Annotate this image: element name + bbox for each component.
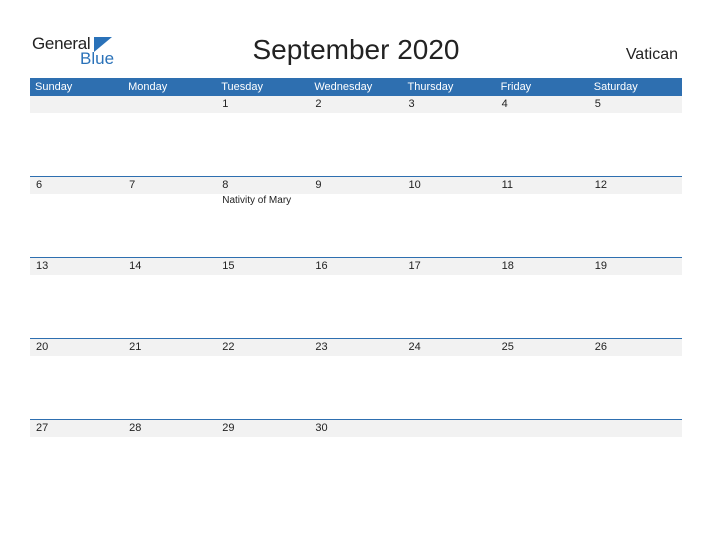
date-strip: 20 21 22 23 24 25 26 <box>30 339 682 356</box>
day-number: 5 <box>594 98 601 110</box>
day-number: 9 <box>315 179 322 191</box>
day-number: 14 <box>129 260 142 272</box>
day-number: 27 <box>36 422 49 434</box>
day-number: 16 <box>315 260 328 272</box>
week-row: 13 14 15 16 17 18 19 <box>30 257 682 275</box>
weekday-monday: Monday <box>128 81 168 93</box>
weekday-header: Sunday Monday Tuesday Wednesday Thursday… <box>30 78 682 96</box>
calendar-title: September 2020 <box>252 34 460 65</box>
week-row: 27 28 29 30 <box>30 419 682 437</box>
day-number: 19 <box>594 260 607 272</box>
holiday-label <box>123 194 216 208</box>
holiday-label: Nativity of Mary <box>222 195 292 206</box>
day-number: 8 <box>222 179 229 191</box>
country-label: Vatican <box>625 46 678 63</box>
week-row: 20 21 22 23 24 25 26 <box>30 338 682 356</box>
day-number: 7 <box>129 179 136 191</box>
day-number: 28 <box>129 422 142 434</box>
weekday-tuesday: Tuesday <box>221 81 264 93</box>
date-strip: 27 28 29 30 <box>30 420 682 437</box>
holiday-label <box>30 194 123 208</box>
week-row: 1 2 3 4 5 <box>30 96 682 113</box>
weekday-sunday: Sunday <box>35 81 73 93</box>
weekday-friday: Friday <box>500 81 532 93</box>
holiday-label <box>403 194 496 208</box>
date-strip: 13 14 15 16 17 18 19 <box>30 258 682 275</box>
day-number: 30 <box>315 422 328 434</box>
holiday-label <box>589 194 682 208</box>
day-number: 13 <box>36 260 49 272</box>
day-number: 15 <box>222 260 235 272</box>
week-row: 6 7 8 9 10 11 12 Nativity of Mary <box>30 176 682 208</box>
holiday-label <box>309 194 402 208</box>
date-strip: 1 2 3 4 5 <box>30 96 682 113</box>
day-number: 20 <box>36 341 49 353</box>
day-number: 21 <box>129 341 142 353</box>
day-number: 24 <box>408 341 421 353</box>
day-number: 26 <box>594 341 607 353</box>
day-number: 29 <box>222 422 235 434</box>
day-number <box>403 420 496 437</box>
day-number <box>496 420 589 437</box>
day-number: 23 <box>315 341 328 353</box>
holiday-label <box>496 194 589 208</box>
day-number: 18 <box>501 260 514 272</box>
day-number: 22 <box>222 341 235 353</box>
day-number: 17 <box>408 260 421 272</box>
date-strip: 6 7 8 9 10 11 12 <box>30 177 682 194</box>
day-number: 1 <box>222 98 229 110</box>
day-number: 2 <box>315 98 322 110</box>
day-number: 3 <box>408 98 415 110</box>
day-number: 12 <box>594 179 607 191</box>
events-row: Nativity of Mary <box>30 194 682 208</box>
day-number: 6 <box>36 179 43 191</box>
day-number <box>589 420 682 437</box>
day-number: 10 <box>408 179 421 191</box>
day-number: 11 <box>501 179 514 191</box>
weekday-saturday: Saturday <box>593 81 638 93</box>
weekday-wednesday: Wednesday <box>314 81 373 93</box>
day-number: 4 <box>501 98 508 110</box>
day-number <box>30 96 123 113</box>
day-number <box>123 96 216 113</box>
weekday-thursday: Thursday <box>407 81 454 93</box>
day-number: 25 <box>501 341 514 353</box>
